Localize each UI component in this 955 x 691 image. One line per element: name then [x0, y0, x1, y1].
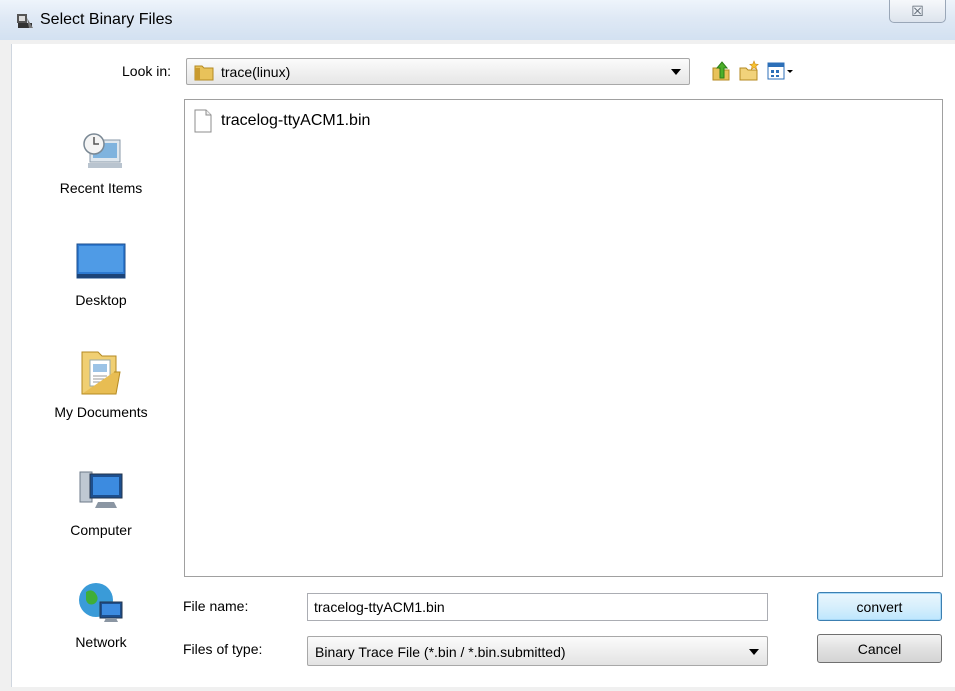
place-label: Recent Items	[59, 180, 143, 196]
place-desktop[interactable]: Desktop	[34, 236, 168, 336]
place-label: Computer	[70, 522, 132, 538]
window-title: Select Binary Files	[40, 11, 173, 28]
file-list[interactable]: tracelog-ttyACM1.bin	[184, 99, 943, 577]
chevron-down-icon	[671, 69, 681, 75]
close-button[interactable]: ☒	[889, 0, 946, 23]
files-of-type-select[interactable]: Binary Trace File (*.bin / *.bin.submitt…	[307, 636, 768, 666]
up-one-level-icon	[712, 61, 730, 81]
place-label: Network	[75, 634, 127, 650]
view-menu-button[interactable]	[765, 58, 797, 84]
look-in-value: trace(linux)	[221, 64, 291, 80]
title-bar: Select Binary Files ☒	[0, 0, 955, 40]
place-label: Desktop	[75, 292, 127, 308]
app-icon	[17, 14, 33, 28]
place-computer[interactable]: Computer	[34, 466, 168, 566]
my-documents-icon	[81, 351, 121, 395]
network-icon	[79, 583, 123, 622]
place-recent-items[interactable]: Recent Items	[34, 126, 168, 226]
cancel-button[interactable]: Cancel	[817, 634, 942, 663]
files-of-type-value: Binary Trace File (*.bin / *.bin.submitt…	[315, 644, 566, 660]
files-of-type-label: Files of type:	[183, 641, 263, 657]
create-new-folder-button[interactable]	[737, 58, 761, 84]
chevron-down-icon	[749, 649, 759, 655]
file-icon	[194, 109, 212, 133]
place-label: My Documents	[54, 404, 148, 420]
place-my-documents[interactable]: My Documents	[34, 348, 168, 448]
up-one-level-button[interactable]	[709, 58, 733, 84]
view-menu-icon	[767, 62, 793, 80]
list-item[interactable]: tracelog-ttyACM1.bin	[193, 108, 370, 134]
look-in-combo[interactable]: trace(linux)	[186, 58, 690, 85]
file-name-input[interactable]	[307, 593, 768, 621]
look-in-label: Look in:	[122, 63, 172, 79]
convert-button[interactable]: convert	[817, 592, 942, 621]
desktop-icon	[76, 243, 126, 279]
create-new-folder-icon	[739, 60, 759, 81]
computer-icon	[79, 471, 123, 508]
place-network[interactable]: Network	[34, 580, 168, 680]
places-bar: Recent Items Desktop My Documents Comput…	[34, 98, 168, 678]
file-name-label: File name:	[183, 598, 249, 614]
folder-icon	[194, 65, 214, 81]
file-name: tracelog-ttyACM1.bin	[221, 112, 371, 129]
close-icon: ☒	[911, 2, 924, 19]
recent-items-icon	[83, 133, 122, 168]
